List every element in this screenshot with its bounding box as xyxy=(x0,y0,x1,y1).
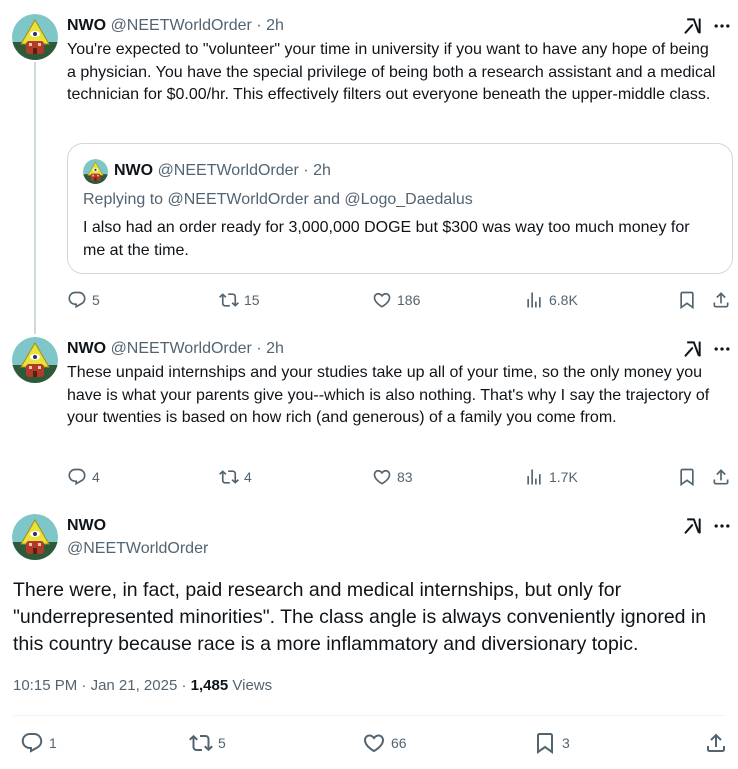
post-actions: 1 5 66 3 xyxy=(0,730,738,756)
like-button[interactable]: 66 xyxy=(362,730,407,756)
author-name[interactable]: NWO xyxy=(67,516,106,536)
post-time[interactable]: 10:15 PM xyxy=(13,677,77,694)
bookmark-count: 3 xyxy=(562,735,570,751)
repost-count: 5 xyxy=(218,735,226,751)
heart-icon xyxy=(362,731,386,755)
repost-button[interactable]: 5 xyxy=(189,730,226,756)
like-count: 66 xyxy=(391,735,407,751)
author-handle[interactable]: @NEETWorldOrder xyxy=(67,539,208,559)
post-text: There were, in fact, paid research and m… xyxy=(13,579,707,655)
share-icon xyxy=(704,731,728,755)
repost-icon xyxy=(189,731,213,755)
views-count: 1,485 xyxy=(190,677,229,694)
reply-button[interactable]: 1 xyxy=(20,730,57,756)
post-metadata: 10:15 PM · Jan 21, 2025 · 1,485 Views xyxy=(13,676,272,696)
bookmark-icon xyxy=(533,731,557,755)
post-date[interactable]: Jan 21, 2025 xyxy=(91,677,178,694)
main-post: NWO @NEETWorldOrder There were, in fact,… xyxy=(0,0,738,769)
reply-icon xyxy=(20,731,44,755)
divider xyxy=(13,715,725,716)
bookmark-button[interactable]: 3 xyxy=(533,730,570,756)
avatar[interactable] xyxy=(12,514,58,560)
more-options-icon[interactable] xyxy=(711,516,733,536)
reply-count: 1 xyxy=(49,735,57,751)
separator-dot: · xyxy=(81,677,91,694)
separator-dot: · xyxy=(181,677,191,694)
views-label: Views xyxy=(232,677,273,694)
grok-icon[interactable] xyxy=(683,516,703,536)
share-button[interactable] xyxy=(704,730,728,756)
